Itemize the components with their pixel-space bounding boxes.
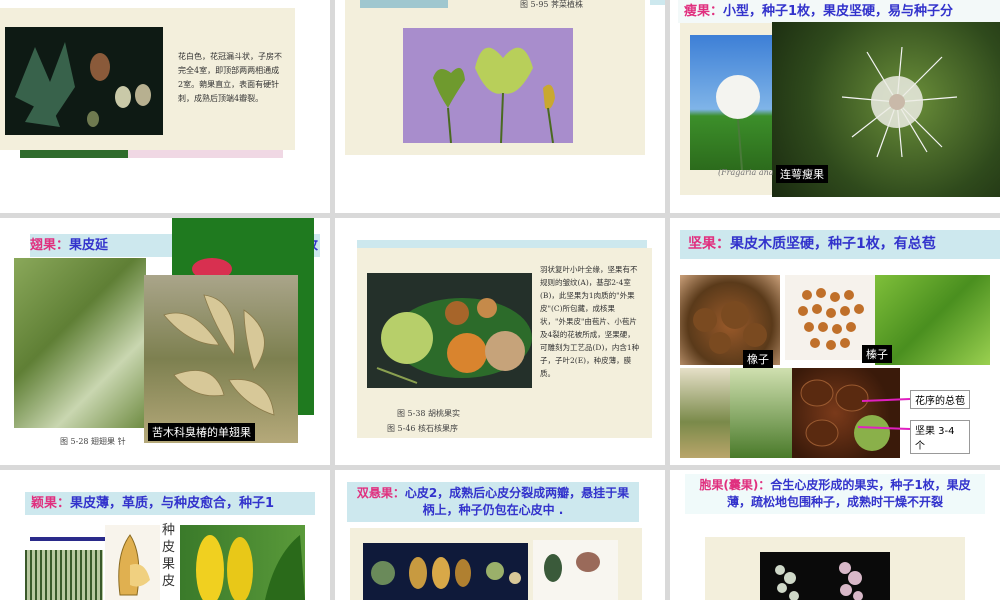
figure-caption: 图 5-95 荠菜植株 [520,0,584,9]
top-image-strip [360,0,448,8]
walnut-illustration [376,298,532,384]
chestnut-photo-1 [680,368,735,458]
slide-title: 坚果：果皮木质坚硬，种子1枚，有总苞 [680,230,1000,259]
nut-count-label: 坚果 3-4 个 [910,420,970,454]
grass-photo [25,550,103,600]
slide-thumbnail-4[interactable]: 翅果：果皮延 枚 苦木科臭椿的单翅果 图 5-28 翅翅果 针 [0,218,330,465]
corn-photo [180,525,305,600]
slide-body-text: 花白色，花冠漏斗状，子房不完全4室，即顶部两两相通成2室。蒴果直立，表面有硬针刺… [178,52,282,103]
pointer-arrows [857,398,911,430]
dried-fruits [544,552,600,582]
plant-photo [5,27,163,135]
slide-thumbnail-3[interactable]: 瘦果：小型，种子1枚，果皮坚硬，易与种子分 (Fragaria ana 连萼瘦果 [670,0,1000,213]
utricle-illustration [775,562,863,600]
hazelnut-label: 榛子 [862,345,892,363]
figure-caption-1: 图 5-38 胡桃果实 [397,409,461,418]
samara-photo [144,275,298,443]
datura-illustration [15,42,151,127]
slide-title: 双悬果：心皮2，成熟后心皮分裂成两瓣，悬挂于果柄上，种子仍包在心皮中 . [347,482,639,522]
slide-title: 瘦果：小型，种子1枚，果皮坚硬，易与种子分 [678,0,1000,23]
seed-pod-illustration [433,47,555,143]
slide-thumbnail-2[interactable]: 图 5-95 荠菜植株 [335,0,665,213]
involucre-label: 花序的总苞 [910,390,970,409]
fruit-label: 苦木科臭椿的单翅果 [148,423,255,441]
figure-caption: 图 5-28 翅翅果 针 [60,437,126,446]
fruit-label: 连萼瘦果 [776,165,828,183]
grain-section-photo [105,525,160,600]
figure-caption-2: 图 5-46 核石核果序 [387,424,459,433]
italic-caption: (Fragaria ana [718,168,774,177]
vertical-label: 种皮果皮 [162,523,176,589]
top-band [357,240,647,248]
slide-thumbnail-1[interactable]: 花白色，花冠漏斗状，子房不完全4室，即顶部两两相通成2室。蒴果直立，表面有硬针刺… [0,0,330,213]
tree-photo [14,258,146,428]
corn-ears [196,535,305,600]
cremocarp-photo [363,543,528,600]
utricle-photo [760,552,890,600]
walnut-photo [367,273,532,388]
green-strip [20,150,128,158]
dried-fruit-photo [533,540,618,600]
slide-body-text: 羽状复叶小叶全缘，坚果有不规则的皱纹(A)，基部2-4室(B)，此坚果为1肉质的… [540,265,640,378]
cremocarp-illustration [371,557,521,589]
navy-rule [30,537,105,541]
slide-thumbnail-6[interactable]: 坚果：果皮木质坚硬，种子1枚，有总苞 橡子 榛子 花序的总苞 坚果 3-4 个 [670,218,1000,465]
chestnut-photo-2 [730,368,792,458]
slide-title: 颖果：果皮薄，革质，与种皮愈合，种子1 [25,492,315,515]
pink-strip [128,150,283,158]
dandelion-photo-small [690,35,780,170]
hazel-plant-photo [875,275,990,365]
acorn-label: 橡子 [743,350,773,368]
slide-title: 胞果(囊果)：合生心皮形成的果实，种子1枚，果皮薄，疏松地包围种子，成熟时干燥不… [685,474,985,514]
slide-thumbnail-5[interactable]: 羽状复叶小叶全缘，坚果有不规则的皱纹(A)，基部2-4室(B)，此坚果为1肉质的… [335,218,665,465]
samara-cluster [163,294,275,416]
slide-thumbnail-8[interactable]: 双悬果：心皮2，成熟后心皮分裂成两瓣，悬挂于果柄上，种子仍包在心皮中 . [335,470,665,600]
band-right [650,0,665,5]
grain-section [118,534,150,596]
slide-thumbnail-9[interactable]: 胞果(囊果)：合生心皮形成的果实，种子1枚，果皮薄，疏松地包围种子，成熟时干燥不… [670,470,1000,600]
slide-thumbnail-7[interactable]: 颖果：果皮薄，革质，与种皮愈合，种子1 种皮果皮 [0,470,330,600]
dandelion-head [716,75,760,170]
shepherds-purse-photo [403,28,573,143]
